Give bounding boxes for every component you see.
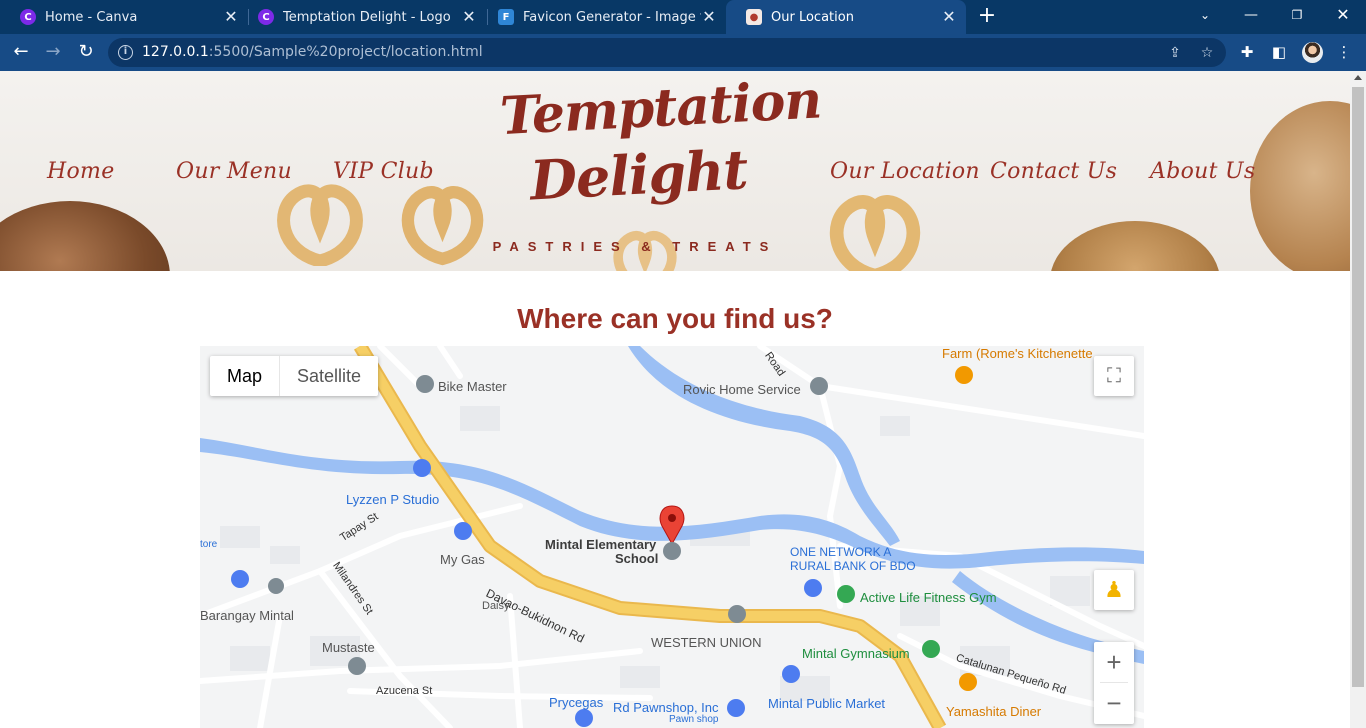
street-view-pegman-icon[interactable]: ♟	[1094, 570, 1134, 610]
pretzel-image	[401, 186, 484, 266]
nav-vip-club[interactable]: VIP Club	[333, 159, 434, 184]
browser-tab[interactable]: F Favicon Generator - Image to Fav ✕	[478, 0, 726, 34]
nav-contact-us[interactable]: Contact Us	[990, 159, 1117, 184]
map-type-map-button[interactable]: Map	[210, 356, 281, 396]
place-label[interactable]: Rd Pawnshop, Inc	[613, 700, 719, 715]
nav-our-location[interactable]: Our Location	[830, 159, 980, 184]
nav-home[interactable]: Home	[47, 159, 115, 184]
header-banner: Home Our Menu VIP Club Temptation Deligh…	[0, 71, 1350, 271]
browser-tab-strip: C Home - Canva ✕ C Temptation Delight - …	[0, 0, 1366, 34]
restore-icon[interactable]: ❐	[1274, 0, 1320, 30]
close-icon[interactable]: ✕	[460, 8, 478, 26]
place-label[interactable]: tore	[200, 539, 217, 550]
muffin-image	[1050, 221, 1220, 271]
place-label[interactable]: Active Life Fitness Gym	[860, 590, 997, 605]
menu-icon[interactable]: ⋮	[1334, 42, 1354, 62]
extensions-icon[interactable]: ✚	[1237, 42, 1257, 62]
close-icon[interactable]: ✕	[940, 8, 958, 26]
tab-search-icon[interactable]: ⌄	[1182, 0, 1228, 30]
close-window-icon[interactable]: ✕	[1320, 0, 1366, 30]
tab-title: Our Location	[771, 9, 854, 25]
place-label[interactable]: ONE NETWORK A	[790, 545, 891, 559]
logo-tagline: PASTRIES & TREATS	[492, 239, 778, 254]
place-label[interactable]: Bike Master	[438, 379, 507, 394]
place-label-school-line2[interactable]: School	[615, 551, 658, 566]
place-label[interactable]: WESTERN UNION	[651, 635, 762, 650]
browser-toolbar: ← → ↻ i 127.0.0.1:5500/Sample%20project/…	[0, 34, 1366, 71]
profile-avatar[interactable]	[1302, 42, 1323, 63]
pretzel-image	[277, 184, 363, 266]
road-label: Azucena St	[376, 685, 433, 697]
canva-icon: C	[20, 9, 36, 25]
place-label[interactable]: Mintal Public Market	[768, 696, 885, 711]
url-path: :5500/Sample%20project/location.html	[208, 44, 483, 60]
address-bar[interactable]: i 127.0.0.1:5500/Sample%20project/locati…	[108, 38, 1226, 67]
zoom-in-icon[interactable]: +	[1094, 642, 1134, 682]
page-heading: Where can you find us?	[517, 303, 833, 334]
bagel-image	[0, 201, 170, 271]
place-label[interactable]: Lyzzen P Studio	[346, 492, 439, 507]
map-type-satellite-button[interactable]: Satellite	[280, 356, 378, 396]
browser-tab-active[interactable]: ● Our Location ✕	[726, 0, 966, 34]
zoom-out-icon[interactable]: −	[1094, 683, 1134, 723]
browser-tab[interactable]: C Temptation Delight - Logo ✕	[238, 0, 486, 34]
scroll-thumb[interactable]	[1352, 87, 1364, 687]
page-viewport: Home Our Menu VIP Club Temptation Deligh…	[0, 71, 1350, 728]
logo-title-line2[interactable]: Delight	[528, 137, 748, 212]
pretzel-image	[829, 195, 921, 271]
place-label[interactable]: Pawn shop	[669, 714, 718, 725]
place-label[interactable]: Mustaste	[322, 640, 375, 655]
page-scrollbar[interactable]	[1350, 71, 1366, 728]
reload-icon[interactable]: ↻	[74, 40, 98, 64]
place-label[interactable]: Barangay Mintal	[200, 608, 294, 623]
canva-icon: C	[258, 9, 274, 25]
forward-icon[interactable]: →	[41, 40, 65, 64]
place-label[interactable]: Yamashita Diner	[946, 704, 1041, 719]
back-icon[interactable]: ←	[9, 40, 33, 64]
tab-title: Temptation Delight - Logo	[283, 9, 451, 25]
new-tab-button[interactable]: +	[976, 5, 998, 27]
bread-image	[1250, 101, 1350, 271]
favicon-generator-icon: F	[498, 9, 514, 25]
scroll-up-arrow-icon[interactable]	[1354, 75, 1362, 80]
place-label[interactable]: Mintal Gymnasium	[802, 646, 910, 661]
tab-title: Home - Canva	[45, 9, 138, 25]
place-label[interactable]: Farm (Rome's Kitchenette	[942, 346, 1093, 361]
bookmark-star-icon[interactable]: ☆	[1198, 44, 1216, 62]
share-icon[interactable]: ⇪	[1166, 44, 1184, 62]
url-host: 127.0.0.1	[142, 44, 209, 60]
google-map[interactable]: Map Satellite ⛶ ♟ + − Bike Master Rovic …	[200, 346, 1144, 728]
nav-our-menu[interactable]: Our Menu	[176, 159, 292, 184]
nav-about-us[interactable]: About Us	[1150, 159, 1255, 184]
place-label[interactable]: Rovic Home Service	[683, 382, 801, 397]
url-text[interactable]: 127.0.0.1:5500/Sample%20project/location…	[142, 44, 483, 60]
side-panel-icon[interactable]: ◧	[1269, 42, 1289, 62]
minimize-icon[interactable]: —	[1228, 0, 1274, 30]
fullscreen-icon[interactable]: ⛶	[1094, 356, 1134, 396]
site-icon: ●	[746, 9, 762, 25]
zoom-control: + −	[1094, 642, 1134, 724]
site-info-icon[interactable]: i	[118, 45, 133, 60]
place-label[interactable]: My Gas	[440, 552, 485, 567]
map-type-control: Map Satellite	[210, 356, 379, 396]
browser-tab[interactable]: C Home - Canva ✕	[0, 0, 248, 34]
close-icon[interactable]: ✕	[700, 8, 718, 26]
place-label[interactable]: RURAL BANK OF BDO	[790, 559, 916, 573]
logo-title-line1[interactable]: Temptation	[499, 71, 823, 147]
place-label-school-line1[interactable]: Mintal Elementary	[545, 537, 656, 552]
place-label[interactable]: Prycegas	[549, 695, 603, 710]
tab-title: Favicon Generator - Image to Fav	[523, 9, 701, 25]
